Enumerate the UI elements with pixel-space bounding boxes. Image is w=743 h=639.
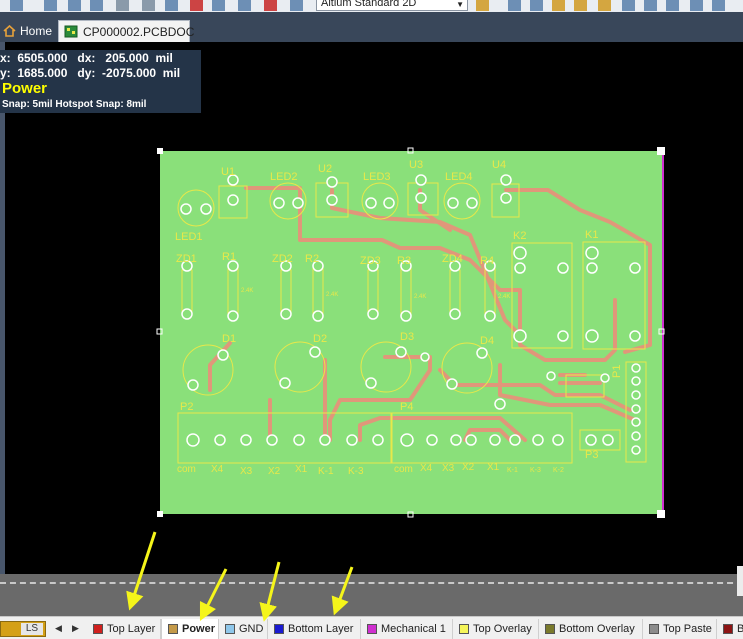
- hud-y-coordinates: y: 1685.000 dy: -2075.000 mil: [0, 66, 181, 80]
- pin-label: X4: [420, 463, 433, 474]
- pin-label: K-1: [507, 467, 518, 474]
- pin-label: X3: [442, 463, 455, 474]
- pin-label: X1: [295, 464, 308, 475]
- layer-tab-top-overlay[interactable]: Top Overlay: [453, 619, 539, 639]
- designator-d3: D3: [400, 331, 414, 343]
- pin-label: X2: [268, 466, 281, 477]
- pin-label: com: [177, 464, 196, 475]
- pin-label: X4: [211, 464, 224, 475]
- layer-color-swatch: [367, 624, 377, 634]
- layer-tab-label: Top Paste: [663, 623, 712, 635]
- layer-color-swatch: [649, 624, 659, 634]
- layer-tab-mechanical-1[interactable]: Mechanical 1: [361, 619, 453, 639]
- designator-d4: D4: [480, 335, 494, 347]
- designator-led4: LED4: [445, 171, 473, 183]
- designator-u2: U2: [318, 163, 332, 175]
- pin-label: X1: [487, 462, 500, 473]
- layer-color-swatch: [545, 624, 555, 634]
- layer-color-swatch: [168, 624, 178, 634]
- heads-up-display: x: 6505.000 dx: 205.000 mil y: 1685.000 …: [0, 50, 201, 113]
- designator-k1: K1: [585, 229, 598, 241]
- designator-p4: P4: [400, 401, 413, 413]
- pin-label: K-3: [530, 467, 541, 474]
- designator-u3: U3: [409, 159, 423, 171]
- designator-p2: P2: [180, 401, 193, 413]
- hud-snap-info: Snap: 5mil Hotspot Snap: 8mil: [2, 99, 147, 110]
- pin-label: X2: [462, 462, 475, 473]
- designator-p3: P3: [585, 449, 598, 461]
- designator-led3: LED3: [363, 171, 391, 183]
- layer-set-label: LS: [21, 623, 43, 635]
- hud-current-layer: Power: [2, 80, 48, 97]
- resistor-value-r2: 2.4K: [326, 292, 338, 298]
- layer-tab-label: Mechanical 1: [381, 623, 446, 635]
- designator-zd4: ZD4: [442, 253, 463, 265]
- layer-tab-gnd[interactable]: GND: [219, 619, 268, 639]
- designator-led1: LED1: [175, 231, 203, 243]
- layer-tab-label: B: [737, 623, 743, 635]
- designator-r2: R2: [305, 253, 319, 265]
- layer-tab-label: Power: [182, 623, 216, 635]
- designator-d2: D2: [313, 333, 327, 345]
- layer-color-swatch: [93, 624, 103, 634]
- designator-p1: P1: [611, 365, 623, 378]
- layer-tab-bar: LS ◀ ▶ Top Layer Power GND Bottom Layer …: [0, 616, 743, 639]
- layer-color-swatch: [459, 624, 469, 634]
- hud-x-coordinates: x: 6505.000 dx: 205.000 mil: [0, 51, 173, 65]
- layer-color-swatch: [274, 624, 284, 634]
- designator-zd3: ZD3: [360, 255, 381, 267]
- designator-r3: R3: [397, 255, 411, 267]
- designator-zd2: ZD2: [272, 253, 293, 265]
- designator-led2: LED2: [270, 171, 298, 183]
- designator-u4: U4: [492, 159, 506, 171]
- layer-tab-label: Top Layer: [107, 623, 156, 635]
- layer-tab-top-layer[interactable]: Top Layer: [87, 619, 161, 639]
- pin-label: K-3: [348, 466, 364, 477]
- resistor-value-r3: 2.4K: [414, 294, 426, 300]
- layer-tab-bottom-layer[interactable]: Bottom Layer: [268, 619, 361, 639]
- pin-label: com: [394, 464, 413, 475]
- layer-tab-top-paste[interactable]: Top Paste: [643, 619, 717, 639]
- designator-r1: R1: [222, 251, 236, 263]
- pin-label: K-1: [318, 466, 334, 477]
- layer-color-swatch: [723, 624, 733, 634]
- canvas-bottom-strip: [0, 574, 743, 616]
- designator-k2: K2: [513, 230, 526, 242]
- designator-u1: U1: [221, 166, 235, 178]
- designator-r4: R4: [480, 255, 494, 267]
- resistor-value-r1: 2.4K: [241, 288, 253, 294]
- chevron-right-icon[interactable]: ▶: [72, 623, 79, 634]
- layer-tab-power[interactable]: Power: [161, 619, 219, 639]
- layer-tab-label: Bottom Layer: [288, 623, 354, 635]
- layer-tab-bottom-paste[interactable]: B: [717, 619, 743, 639]
- chevron-left-icon[interactable]: ◀: [55, 623, 62, 634]
- layer-tab-label: Bottom Overlay: [559, 623, 635, 635]
- designator-zd1: ZD1: [176, 253, 197, 265]
- resistor-value-r4: 2.4K: [498, 294, 510, 300]
- layer-tab-label: GND: [239, 623, 264, 635]
- layer-color-swatch: [225, 624, 235, 634]
- pin-label: K-2: [553, 467, 564, 474]
- layer-tab-bottom-overlay[interactable]: Bottom Overlay: [539, 619, 643, 639]
- layer-set-button[interactable]: LS: [0, 621, 46, 637]
- layer-tab-label: Top Overlay: [473, 623, 532, 635]
- designator-d1: D1: [222, 333, 236, 345]
- pin-label: X3: [240, 466, 253, 477]
- vertical-scrollbar[interactable]: [737, 566, 743, 596]
